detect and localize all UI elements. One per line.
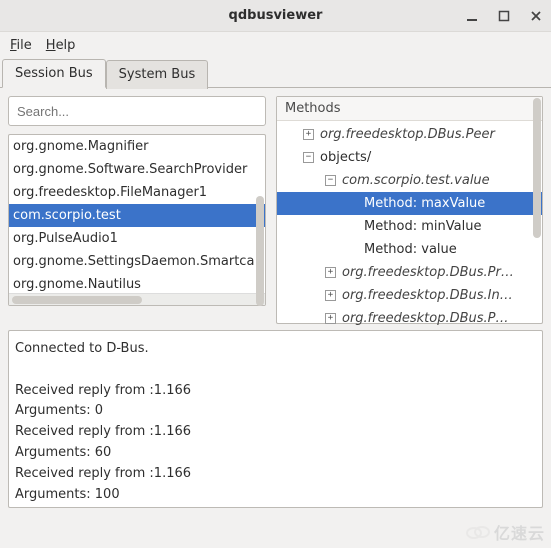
expand-icon[interactable]: +: [303, 129, 314, 140]
main-content: org.gnome.Magnifierorg.gnome.Software.Se…: [0, 88, 551, 330]
watermark: 亿速云: [466, 520, 545, 544]
service-item[interactable]: org.gnome.Nautilus: [9, 273, 265, 293]
tree-row[interactable]: + org.freedesktop.DBus.In…: [277, 284, 542, 307]
tree-row[interactable]: −com.scorpio.test.value: [277, 169, 542, 192]
service-list: org.gnome.Magnifierorg.gnome.Software.Se…: [8, 134, 266, 306]
tree-label: org.freedesktop.DBus.Peer: [320, 127, 495, 142]
collapse-icon[interactable]: −: [325, 175, 336, 186]
tab-session-bus[interactable]: Session Bus: [2, 59, 106, 88]
method-tree: +org.freedesktop.DBus.Peer−objects/−com.…: [277, 121, 542, 332]
tree-row[interactable]: Method: maxValue: [277, 192, 542, 215]
minimize-icon[interactable]: [463, 7, 481, 25]
tree-row[interactable]: + org.freedesktop.DBus.P…: [277, 307, 542, 330]
service-list-hscrollbar[interactable]: [9, 293, 265, 305]
tree-row[interactable]: Method: minValue: [277, 215, 542, 238]
service-list-vscrollbar[interactable]: [256, 136, 264, 292]
search-input[interactable]: [8, 96, 266, 126]
maximize-icon[interactable]: [495, 7, 513, 25]
expander-placeholder: [347, 244, 358, 255]
tree-label: objects/: [320, 150, 371, 165]
console-line: Received reply from :1.166: [15, 464, 536, 485]
tree-row[interactable]: + org.freedesktop.DBus.Pr…: [277, 261, 542, 284]
tree-label: Method: minValue: [364, 219, 481, 234]
tree-label: com.scorpio.test.value: [342, 173, 490, 188]
tab-system-bus[interactable]: System Bus: [106, 60, 209, 89]
tab-bar: Session Bus System Bus: [0, 59, 551, 88]
expand-icon[interactable]: +: [325, 313, 336, 324]
expand-icon[interactable]: +: [325, 290, 336, 301]
console-line: Received reply from :1.166: [15, 381, 536, 402]
tree-row[interactable]: −objects/: [277, 146, 542, 169]
console-line: [15, 360, 536, 381]
titlebar: qdbusviewer: [0, 0, 551, 32]
tree-label: org.freedesktop.DBus.P…: [342, 311, 509, 326]
tree-label: org.freedesktop.DBus.In…: [342, 288, 513, 303]
tree-label: Method: value: [364, 242, 457, 257]
console-line: Received reply from :1.166: [15, 422, 536, 443]
tree-header: Methods: [277, 97, 542, 121]
tree-label: org.freedesktop.DBus.Pr…: [342, 265, 514, 280]
service-item[interactable]: com.scorpio.test: [9, 204, 265, 227]
expand-icon[interactable]: +: [325, 267, 336, 278]
tree-vscrollbar[interactable]: [533, 98, 541, 322]
service-item[interactable]: org.gnome.Software.SearchProvider: [9, 158, 265, 181]
close-icon[interactable]: [527, 7, 545, 25]
menubar: File Help: [0, 32, 551, 59]
service-item[interactable]: org.gnome.Magnifier: [9, 135, 265, 158]
expander-placeholder: [347, 198, 358, 209]
console-line: Connected to D-Bus.: [15, 339, 536, 360]
tree-row[interactable]: Method: value: [277, 238, 542, 261]
right-pane: Methods +org.freedesktop.DBus.Peer−objec…: [276, 96, 543, 324]
service-item[interactable]: org.gnome.SettingsDaemon.Smartca: [9, 250, 265, 273]
tree-row[interactable]: + org.freedesktop.DBus.Peer: [277, 123, 542, 146]
console-line: Arguments: 60: [15, 443, 536, 464]
left-pane: org.gnome.Magnifierorg.gnome.Software.Se…: [8, 96, 266, 324]
service-item[interactable]: org.freedesktop.FileManager1: [9, 181, 265, 204]
window-controls: [463, 7, 545, 25]
service-item[interactable]: org.PulseAudio1: [9, 227, 265, 250]
tree-label: Method: maxValue: [364, 196, 485, 211]
collapse-icon[interactable]: −: [303, 152, 314, 163]
console-output: Connected to D-Bus. Received reply from …: [8, 330, 543, 508]
menu-file[interactable]: File: [10, 38, 32, 53]
menu-help[interactable]: Help: [46, 38, 76, 53]
console-line: Arguments: 0: [15, 401, 536, 422]
expander-placeholder: [347, 221, 358, 232]
console-line: Arguments: 100: [15, 485, 536, 506]
